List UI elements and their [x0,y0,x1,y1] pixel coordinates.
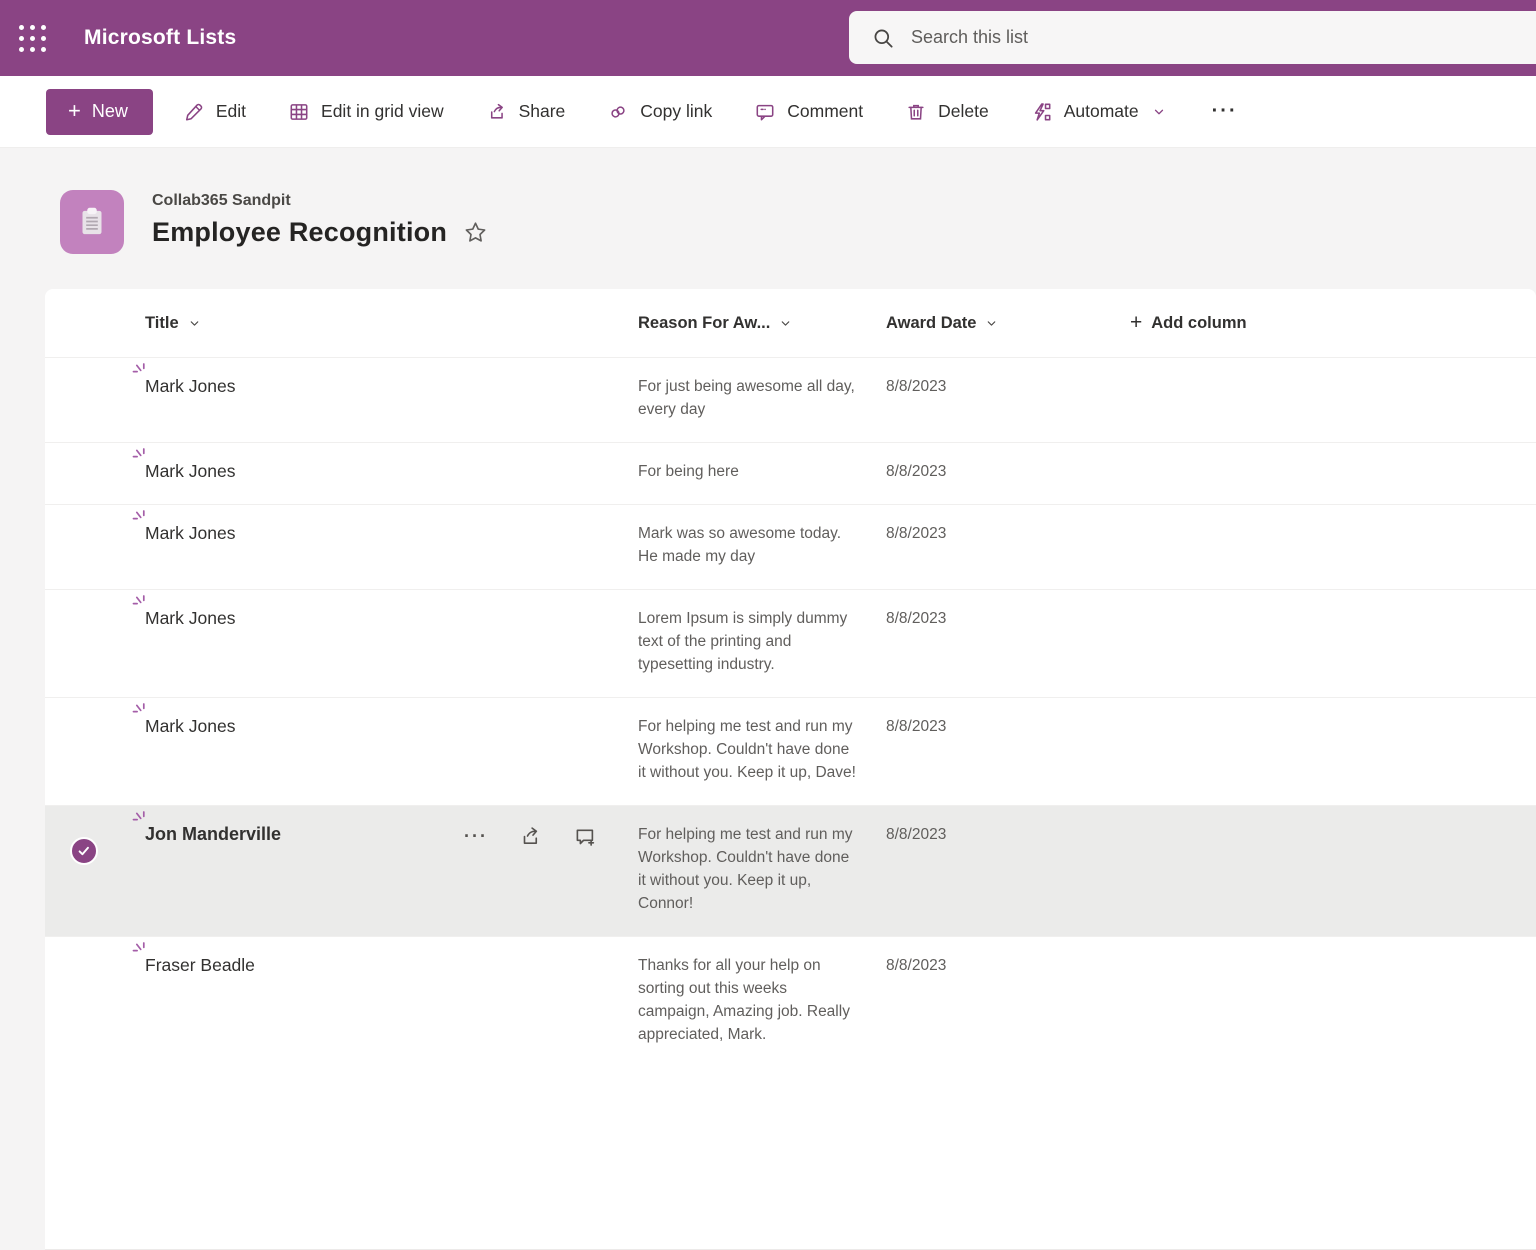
selected-check-icon[interactable] [70,837,98,865]
search-icon [871,26,895,50]
list-header: Collab365 Sandpit Employee Recognition [0,148,1536,254]
new-item-sparkle-icon [132,942,147,957]
new-item-sparkle-icon [132,510,147,525]
search-box[interactable] [849,11,1536,64]
pencil-icon [183,101,205,123]
automate-button[interactable]: Automate [1031,101,1166,123]
new-item-sparkle-icon [132,448,147,463]
row-reason: Lorem Ipsum is simply dummy text of the … [638,590,860,697]
table-row[interactable]: Mark Jones ··· For helping me test and r… [45,697,1536,805]
automate-icon [1031,101,1053,123]
new-item-sparkle-icon [132,811,147,826]
app-launcher-waffle-icon[interactable] [19,25,46,52]
row-add-comment-icon[interactable] [573,824,598,849]
chevron-down-icon [188,317,201,330]
row-award-date: 8/8/2023 [886,698,1130,805]
row-select-cell [45,443,145,504]
search-input[interactable] [911,27,1411,48]
plus-icon: + [68,103,81,119]
app-title: Microsoft Lists [84,26,236,50]
row-actions: ··· [464,823,598,849]
row-reason: For helping me test and run my Workshop.… [638,698,860,805]
table-body: Mark Jones ··· For just being awesome al… [45,357,1536,1067]
row-more-icon[interactable]: ··· [464,826,488,847]
row-reason: For being here [638,443,860,504]
row-award-date: 8/8/2023 [886,358,1130,442]
copy-link-button[interactable]: Copy link [607,101,712,123]
row-title: Mark Jones [145,522,235,545]
edit-in-grid-view-button[interactable]: Edit in grid view [288,101,444,123]
row-select-cell [45,358,145,442]
table-header-row: Title Reason For Aw... Award Date + Add … [45,289,1536,357]
new-item-sparkle-icon [132,595,147,610]
list-table: Title Reason For Aw... Award Date + Add … [45,289,1536,1249]
share-button[interactable]: Share [486,101,566,123]
row-select-cell [45,937,145,1067]
table-row[interactable]: Mark Jones ··· Lorem Ipsum is simply dum… [45,589,1536,697]
row-award-date: 8/8/2023 [886,505,1130,589]
command-bar: + New Edit Edit in grid view [0,76,1536,148]
list-tile-icon [60,190,124,254]
new-item-sparkle-icon [132,363,147,378]
grid-icon [288,101,310,123]
plus-icon: + [1130,311,1142,335]
new-button[interactable]: + New [46,89,153,135]
chevron-down-icon [779,317,792,330]
row-award-date: 8/8/2023 [886,590,1130,697]
column-header-award-date[interactable]: Award Date [886,314,1130,333]
row-title: Mark Jones [145,375,235,398]
chevron-down-icon [985,317,998,330]
row-title: Jon Manderville [145,823,281,846]
row-title: Mark Jones [145,715,235,738]
table-row[interactable]: Mark Jones ··· For being here 8/8/2023 [45,442,1536,504]
more-commands-button[interactable]: ··· [1212,100,1238,123]
link-icon [607,101,629,123]
table-row[interactable]: Fraser Beadle ··· Thanks for all your he… [45,936,1536,1067]
app-bar: Microsoft Lists [0,0,1536,76]
comment-button[interactable]: Comment [754,101,863,123]
row-title: Mark Jones [145,607,235,630]
site-breadcrumb: Collab365 Sandpit [152,192,488,210]
share-icon [486,101,508,123]
row-reason: For just being awesome all day, every da… [638,358,860,442]
column-header-title[interactable]: Title [145,314,638,333]
page-title: Employee Recognition [152,217,447,248]
row-select-cell [45,698,145,805]
row-title: Fraser Beadle [145,954,255,977]
row-share-icon[interactable] [518,824,543,849]
row-title: Mark Jones [145,460,235,483]
trash-icon [905,101,927,123]
table-row[interactable]: Mark Jones ··· For just being awesome al… [45,357,1536,442]
column-header-reason[interactable]: Reason For Aw... [638,314,886,333]
delete-button[interactable]: Delete [905,101,989,123]
row-reason: Mark was so awesome today. He made my da… [638,505,860,589]
row-select-cell [45,806,145,936]
table-row[interactable]: Mark Jones ··· Mark was so awesome today… [45,504,1536,589]
edit-button[interactable]: Edit [183,101,246,123]
row-award-date: 8/8/2023 [886,937,1130,1067]
row-select-cell [45,590,145,697]
row-select-cell [45,505,145,589]
row-award-date: 8/8/2023 [886,443,1130,504]
row-reason: Thanks for all your help on sorting out … [638,937,860,1067]
chevron-down-icon [1152,105,1166,119]
table-row[interactable]: Jon Manderville ··· For helping me test … [45,805,1536,936]
comment-icon [754,101,776,123]
row-reason: For helping me test and run my Workshop.… [638,806,860,936]
favorite-star-icon[interactable] [463,220,488,245]
add-column-button[interactable]: + Add column [1130,311,1536,335]
row-award-date: 8/8/2023 [886,806,1130,936]
new-item-sparkle-icon [132,703,147,718]
